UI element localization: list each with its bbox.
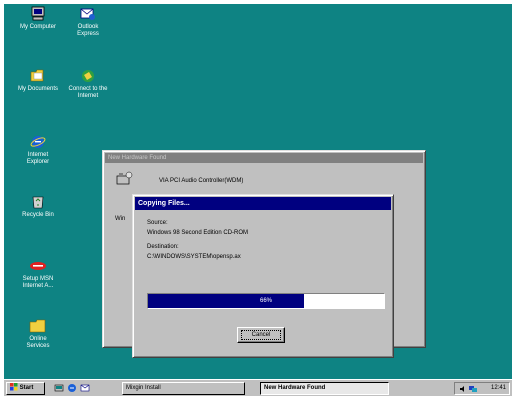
source-value: Windows 98 Second Edition CD-ROM xyxy=(147,230,249,236)
internet-explorer-shortcut[interactable]: Internet Explorer xyxy=(6,134,70,166)
source-label: Source: xyxy=(147,220,168,226)
status-fragment: Win xyxy=(115,216,126,222)
outlook-quicklaunch-icon[interactable] xyxy=(80,383,90,393)
start-button[interactable]: Start xyxy=(6,382,45,395)
network-icon[interactable] xyxy=(469,385,477,393)
volume-icon[interactable] xyxy=(459,385,467,393)
icon-label: Recycle Bin xyxy=(22,212,54,218)
system-tray: 12:41 xyxy=(454,382,510,395)
copy-progress-bar: 66% xyxy=(147,293,385,309)
start-label: Start xyxy=(19,385,34,391)
recycle-bin-icon xyxy=(32,196,44,209)
recycle-bin-shortcut[interactable]: Recycle Bin xyxy=(6,194,70,219)
hardware-icon xyxy=(116,171,133,185)
cancel-button-label: Cancel xyxy=(241,330,281,340)
folder-icon xyxy=(29,319,46,333)
icon-label: Connect to the Internet xyxy=(68,86,108,99)
window-title: New Hardware Found xyxy=(108,155,167,161)
taskbar-task-mixgin[interactable]: Mixgin Install xyxy=(122,382,245,395)
windows-logo-icon xyxy=(10,383,18,391)
taskbar-task-new-hardware[interactable]: New Hardware Found xyxy=(260,382,389,395)
copying-files-dialog[interactable]: Copying Files... Source: Windows 98 Seco… xyxy=(132,194,394,358)
outlook-express-icon xyxy=(80,8,95,20)
computer-icon xyxy=(31,6,45,21)
dialog-title: Copying Files... xyxy=(138,200,190,207)
window-title-bar[interactable]: New Hardware Found xyxy=(105,153,423,163)
internet-explorer-icon xyxy=(30,136,46,148)
icon-label: Internet Explorer xyxy=(26,152,50,165)
clock: 12:41 xyxy=(490,385,506,391)
dialog-title-bar[interactable]: Copying Files... xyxy=(135,197,391,210)
taskbar: Start Mixgin Install New Hardware Found xyxy=(4,379,512,396)
task-label: Mixgin Install xyxy=(126,385,161,391)
icon-label: Setup MSN Internet A... xyxy=(22,276,54,289)
icon-label: Outlook Express xyxy=(77,24,99,37)
destination-label: Destination: xyxy=(147,244,179,250)
outlook-express-shortcut[interactable]: Outlook Express xyxy=(56,6,120,38)
internet-explorer-quicklaunch-icon[interactable] xyxy=(67,383,77,393)
device-name: VIA PCI Audio Controller(WDM) xyxy=(159,178,244,184)
task-label: New Hardware Found xyxy=(264,385,326,391)
icon-label: Online Services xyxy=(26,336,50,349)
desktop: My Computer Outlook Express My Documents… xyxy=(4,4,512,396)
progress-percent: 66% xyxy=(259,298,272,304)
destination-value: C:\WINDOWS\SYSTEM\opensp.ax xyxy=(147,254,241,260)
msn-icon xyxy=(30,262,46,270)
show-desktop-icon[interactable] xyxy=(54,383,64,393)
setup-msn-shortcut[interactable]: Setup MSN Internet A... xyxy=(6,258,70,290)
folder-icon xyxy=(30,69,44,82)
online-services-shortcut[interactable]: Online Services xyxy=(6,318,70,350)
connect-internet-shortcut[interactable]: Connect to the Internet xyxy=(56,68,120,100)
connect-internet-icon xyxy=(82,70,94,82)
cancel-button[interactable]: Cancel xyxy=(237,327,285,343)
